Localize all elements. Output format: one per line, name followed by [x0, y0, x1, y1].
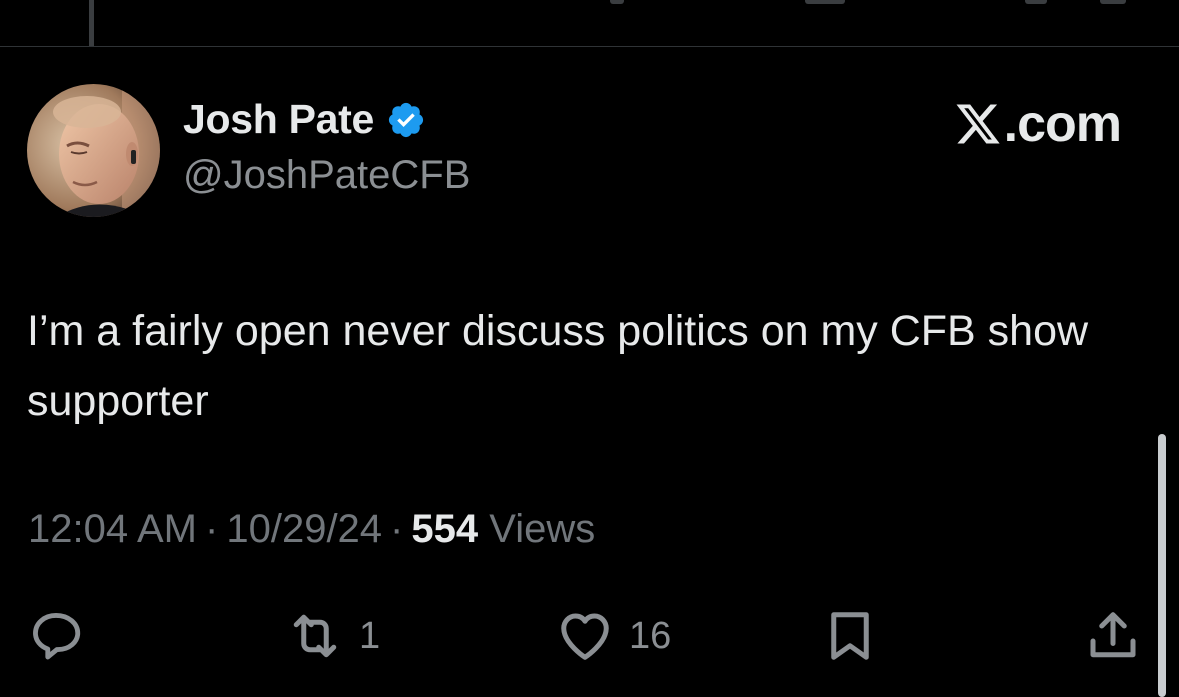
repost-count: 1 [359, 614, 381, 657]
repost-icon [293, 614, 337, 658]
tweet-time[interactable]: 12:04 AM [28, 507, 197, 551]
separator-dot: · [390, 507, 404, 551]
avatar-image [27, 84, 160, 217]
previous-tweet-edge [0, 0, 1179, 47]
reply-icon [33, 613, 81, 660]
author-handle[interactable]: @JoshPateCFB [183, 153, 470, 198]
thread-line [89, 0, 94, 46]
share-button[interactable] [1083, 606, 1143, 666]
reply-button[interactable] [27, 607, 85, 665]
share-icon [1090, 612, 1136, 658]
author-display-name[interactable]: Josh Pate [183, 96, 374, 143]
previous-action-fragment [610, 0, 624, 4]
x-brand-watermark: .com [954, 94, 1122, 154]
verified-badge-icon[interactable] [386, 100, 426, 140]
tweet-meta: 12:04 AM · 10/29/24 · 554 Views [28, 507, 595, 552]
views-label[interactable]: Views [489, 507, 595, 551]
brand-text: .com [1003, 95, 1122, 153]
tweet-date[interactable]: 10/29/24 [226, 507, 382, 551]
bookmark-icon [831, 612, 869, 660]
author-name-row[interactable]: Josh Pate [183, 96, 426, 143]
avatar[interactable] [27, 84, 160, 217]
scrollbar[interactable] [1158, 434, 1166, 697]
bookmark-button[interactable] [820, 606, 880, 666]
x-logo-icon [956, 104, 1000, 144]
views-count[interactable]: 554 [411, 507, 478, 551]
tweet-text: I’m a fairly open never discuss politics… [27, 307, 1089, 425]
heart-icon [561, 613, 609, 660]
like-button[interactable]: 16 [555, 606, 671, 666]
previous-action-fragment [805, 0, 845, 4]
previous-action-fragment [1025, 0, 1047, 4]
like-count: 16 [629, 614, 672, 657]
repost-button[interactable]: 1 [285, 606, 380, 666]
previous-action-fragment [1100, 0, 1126, 4]
action-bar: 1 16 [0, 600, 1179, 670]
separator-dot: · [205, 507, 219, 551]
